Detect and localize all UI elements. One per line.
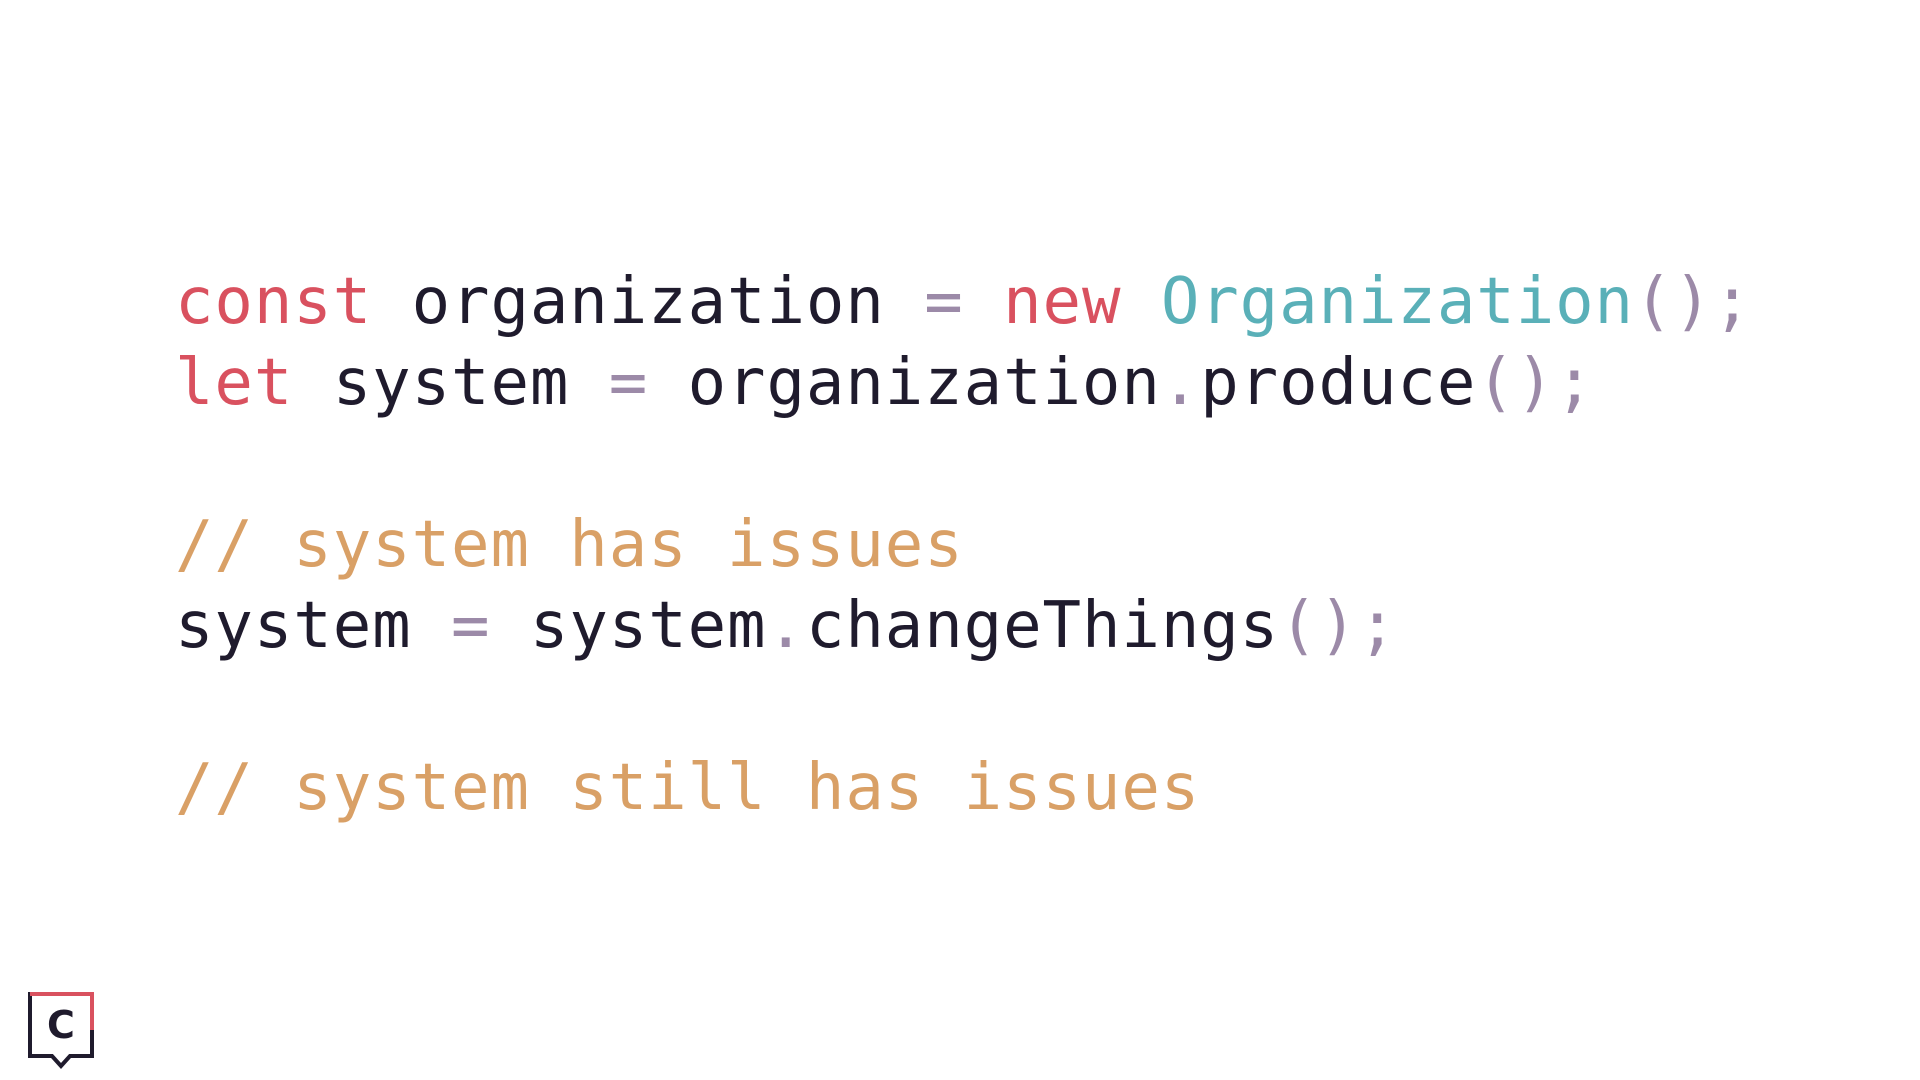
code-token-op: = (608, 346, 649, 420)
code-token-comment: // system has issues (175, 508, 964, 582)
code-token-punct: (); (1279, 589, 1398, 663)
code-line: // system has issues (175, 505, 1752, 586)
code-token-keyword: new (1003, 265, 1122, 339)
code-token-ident: system (490, 589, 767, 663)
code-token-punct: . (1160, 346, 1201, 420)
code-token-op: = (451, 589, 491, 663)
code-line: system = system.changeThings(); (175, 586, 1752, 667)
code-token-ident (964, 265, 1003, 339)
code-token-ident: system (175, 589, 452, 663)
logo-letter: C (47, 1003, 75, 1047)
code-token-ident: produce (1200, 346, 1477, 420)
code-token-op: = (924, 265, 964, 339)
code-token-ident: system (293, 346, 609, 420)
code-line: // system still has issues (175, 748, 1752, 829)
code-token-ident: organization (372, 265, 925, 339)
code-line: const organization = new Organization(); (175, 262, 1752, 343)
code-token-keyword: let (175, 346, 294, 420)
code-token-comment: // system still has issues (175, 751, 1201, 825)
slide: const organization = new Organization();… (0, 0, 1920, 1080)
code-token-ident: changeThings (805, 589, 1280, 663)
code-token-ident (1121, 265, 1160, 339)
code-token-ident: organization (648, 346, 1161, 420)
code-line: let system = organization.produce(); (175, 343, 1752, 424)
code-token-punct: (); (1634, 265, 1753, 339)
code-token-class: Organization (1160, 265, 1634, 339)
code-block: const organization = new Organization();… (175, 262, 1752, 829)
code-token-punct: (); (1476, 346, 1595, 420)
code-token-punct: . (766, 589, 806, 663)
brand-logo-icon: C (28, 992, 94, 1069)
code-token-keyword: const (175, 265, 373, 339)
